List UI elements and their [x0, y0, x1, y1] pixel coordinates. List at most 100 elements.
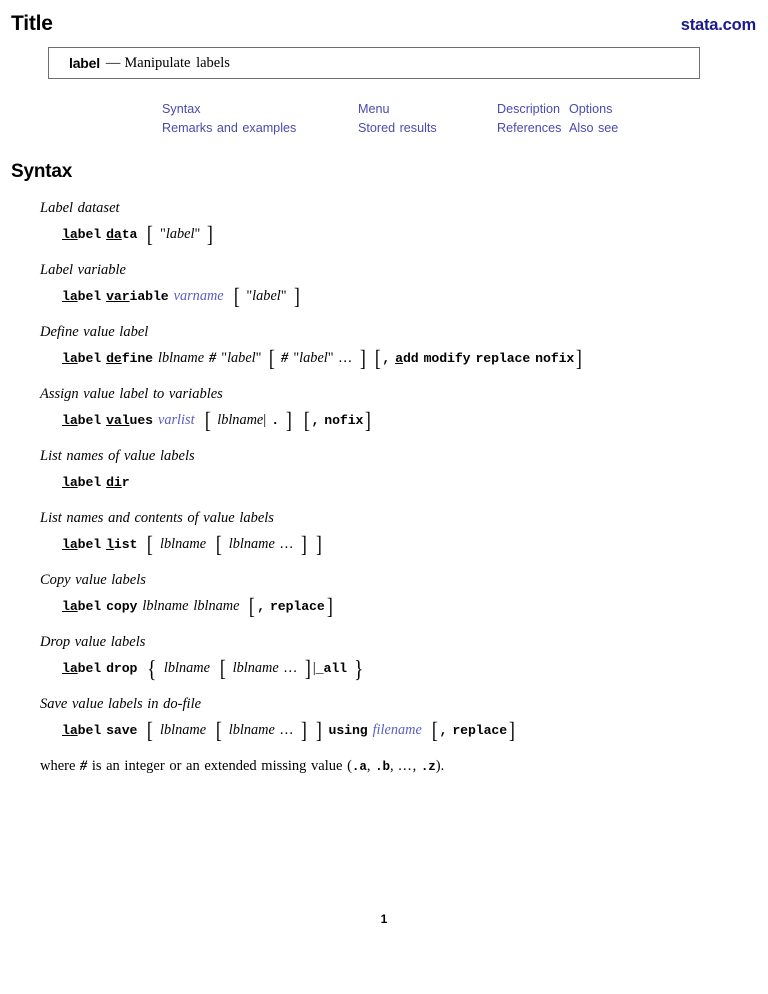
document-page: Title stata.com label — Manipulate label…: [0, 0, 768, 994]
syntax-section-heading: Syntax: [11, 161, 73, 182]
missing-value-b: .b: [375, 760, 390, 774]
page-header: Title stata.com: [11, 0, 756, 36]
keyword-label: label: [62, 413, 102, 428]
title-dash: —: [105, 54, 121, 71]
syntax-command-line: label dir: [62, 472, 728, 493]
keyword-save: save: [106, 723, 138, 738]
syntax-block-define-value-label: Define value label label define lblname # "l…: [40, 324, 728, 371]
option-modify: modify: [423, 351, 471, 366]
arg-lblname: lblname: [232, 660, 279, 676]
ellipsis: ...: [283, 660, 299, 676]
keyword-label: label: [62, 599, 102, 614]
syntax-block-assign-value-label: Assign value label to variables label val…: [40, 386, 728, 433]
keyword-label: label: [62, 661, 102, 676]
syntax-block-heading: Label variable: [40, 262, 126, 278]
nav-link-description[interactable]: Description: [497, 100, 569, 118]
comma: ,: [382, 351, 391, 366]
syntax-block-heading: List names and contents of value labels: [40, 510, 274, 526]
keyword-variable: variable: [106, 289, 169, 304]
command-name: label: [69, 55, 100, 71]
command-description: Manipulate labels: [124, 54, 230, 71]
keyword-label: label: [62, 723, 102, 738]
option-nofix: nofix: [535, 351, 575, 366]
nav-link-options[interactable]: Options: [569, 100, 728, 118]
ellipsis: ...: [398, 758, 413, 774]
comma: ,: [257, 599, 265, 614]
syntax-block-copy-value-labels: Copy value labels label copy lblname lblnam…: [40, 572, 728, 619]
missing-value-a: .a: [351, 760, 367, 774]
syntax-block-heading: Label dataset: [40, 200, 120, 216]
page-title: Title: [11, 12, 53, 35]
keyword-using: using: [328, 723, 368, 738]
comma: ,: [311, 413, 320, 428]
keyword-values: values: [106, 413, 153, 428]
command-title-box: label — Manipulate labels: [48, 47, 700, 79]
option-replace: replace: [452, 723, 508, 738]
nav-link-remarks-and-examples[interactable]: Remarks and examples: [162, 119, 358, 137]
arg-lblname: lblname: [217, 412, 264, 428]
arg-filename: filename: [372, 722, 422, 738]
syntax-command-line: label drop{lblname[lblname...] |_all}: [62, 656, 364, 683]
arg-lblname: lblname: [160, 722, 207, 738]
where-sep: ,: [366, 758, 376, 774]
syntax-command-line: labeldata[""label"label"]: [62, 222, 214, 247]
arg-lblname: lblname: [163, 660, 210, 676]
page-number: 1: [380, 912, 388, 926]
arg-lblname: lblname: [228, 722, 275, 738]
syntax-block-list-names-contents: List names and contents of value labels …: [40, 510, 728, 557]
option-replace: replace: [475, 351, 531, 366]
syntax-command-line: label variable varname["label"]: [62, 284, 300, 309]
nav-link-menu[interactable]: Menu: [358, 100, 497, 118]
keyword-label: label: [62, 289, 102, 304]
comma: ,: [439, 723, 448, 738]
where-mid: is an integer or an extended missing val…: [87, 758, 352, 774]
optional-label-literal: "label": [246, 288, 287, 304]
keyword-define: define: [106, 351, 153, 366]
arg-lblname: lblname: [228, 536, 275, 552]
arg-lblname: lblname: [160, 536, 207, 552]
syntax-block-list-names: List names of value labels label dir: [40, 448, 728, 493]
where-sep: ,: [412, 758, 421, 774]
nav-link-also-see[interactable]: Also see: [569, 119, 728, 137]
syntax-block-label-dataset: Label dataset labeldata[""label"label"]: [40, 200, 728, 247]
syntax-command-line: label copy lblname lblname[, replace]: [62, 594, 333, 619]
syntax-command-line: label values varlist[lblname|.][, nofix]: [62, 408, 372, 433]
keyword-drop: drop: [106, 661, 138, 676]
nav-link-references[interactable]: References: [497, 119, 569, 137]
syntax-block-label-variable: Label variable label variable varname["lab…: [40, 262, 728, 309]
option-replace: replace: [269, 599, 325, 614]
keyword-copy: copy: [106, 599, 138, 614]
ellipsis: ...: [338, 350, 353, 366]
keyword-label: label: [62, 227, 102, 242]
optional-label-literal: ""label"label": [160, 226, 201, 242]
syntax-block-save-value-labels: Save value labels in do-file label save[l…: [40, 696, 728, 743]
pipe-separator: |: [263, 412, 267, 428]
syntax-block-heading: Copy value labels: [40, 572, 146, 588]
arg-lblname-target: lblname: [193, 598, 240, 614]
syntax-block-heading: List names of value labels: [40, 448, 195, 464]
syntax-command-line: label list[lblname[lblname...]]: [62, 532, 322, 557]
label-literal: "label": [293, 350, 334, 366]
syntax-command-line: label save[lblname[lblname...]] using filen…: [62, 718, 515, 743]
dot-literal: .: [271, 413, 280, 428]
arg-hash: #: [281, 350, 289, 366]
syntax-block-drop-value-labels: Drop value labels label drop{lblname[lbln…: [40, 634, 728, 683]
syntax-block-heading: Drop value labels: [40, 634, 146, 650]
option-add: add: [395, 351, 419, 366]
where-sep: ,: [390, 758, 399, 774]
section-navigation: Syntax Menu Description Options Remarks …: [162, 100, 728, 137]
arg-varname: varname: [173, 288, 224, 304]
keyword-list: list: [106, 537, 138, 552]
keyword-dir: dir: [106, 475, 130, 490]
arg-varlist: varlist: [158, 412, 195, 428]
syntax-command-line: label define lblname # "label"[# "label"...][…: [62, 346, 583, 371]
nav-link-syntax[interactable]: Syntax: [162, 100, 358, 118]
option-nofix: nofix: [324, 413, 364, 428]
stata-com-link[interactable]: stata.com: [681, 16, 756, 35]
keyword-label: label: [62, 537, 102, 552]
nav-link-stored-results[interactable]: Stored results: [358, 119, 497, 137]
label-literal: "label": [221, 350, 262, 366]
ellipsis: ...: [279, 536, 295, 552]
syntax-block-heading: Save value labels in do-file: [40, 696, 202, 712]
keyword-label: label: [62, 351, 102, 366]
